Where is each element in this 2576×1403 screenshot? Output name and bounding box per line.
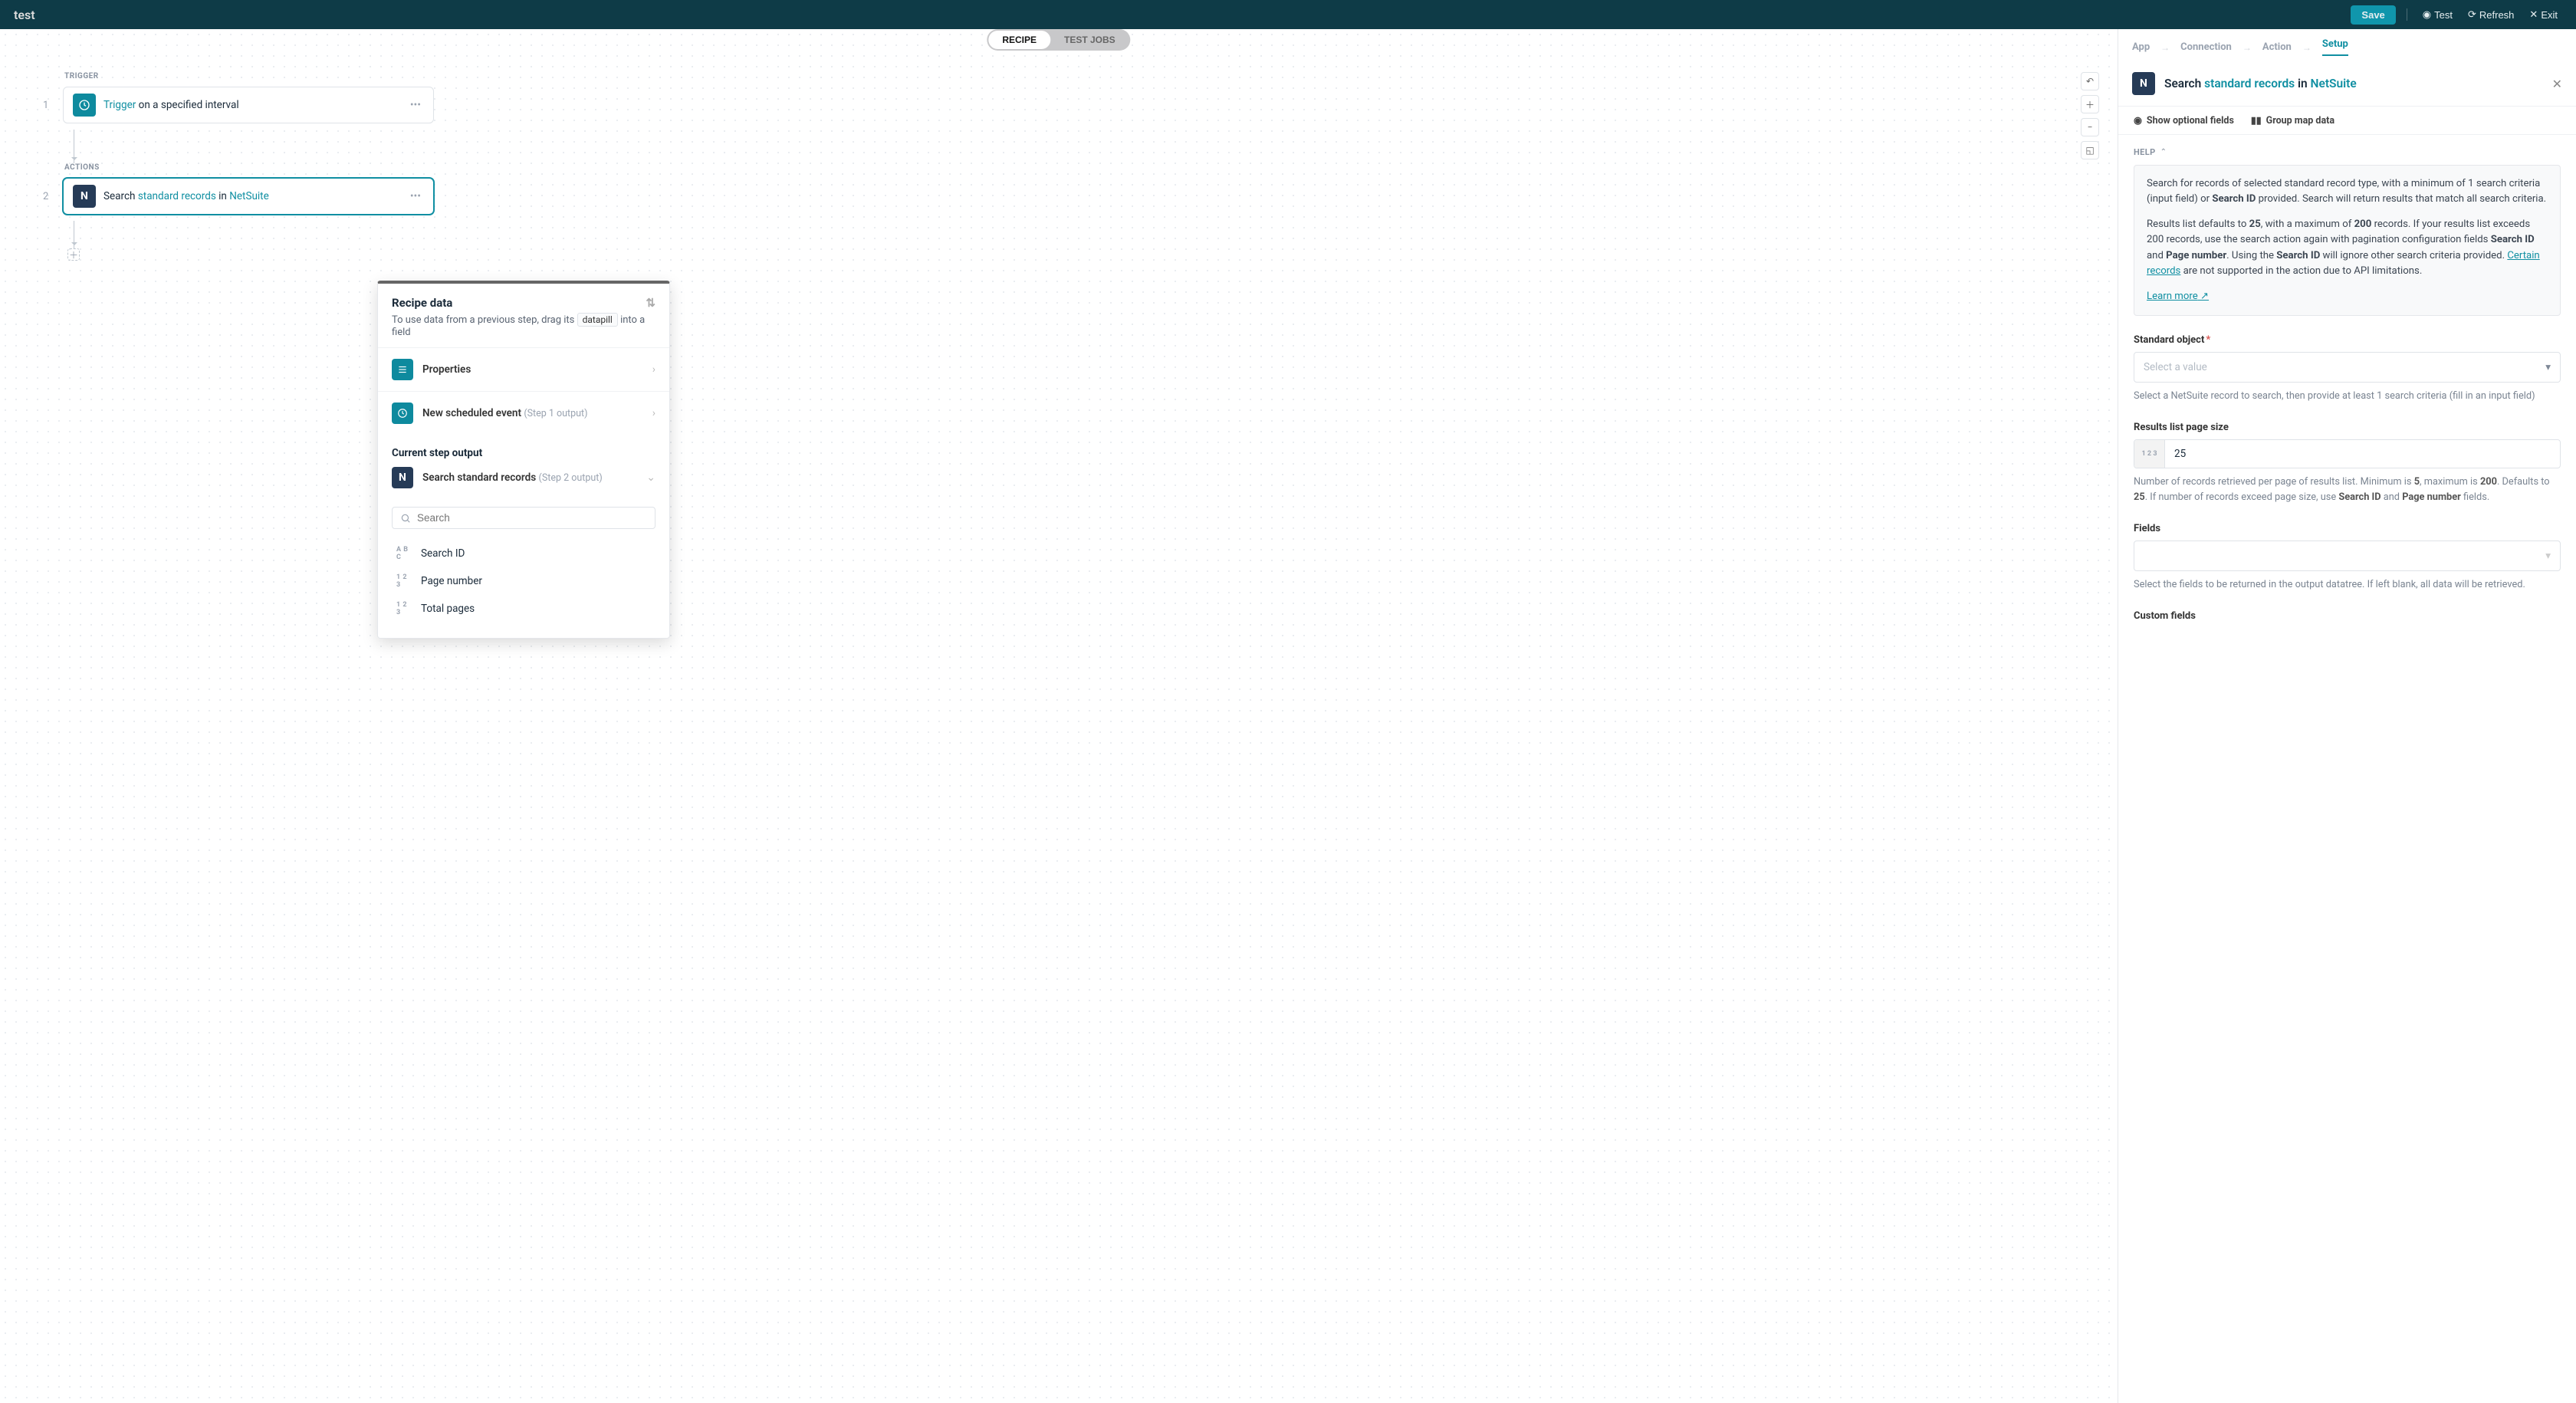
step-number: 1 — [43, 100, 54, 111]
fields-label: Fields — [2134, 523, 2561, 534]
label: Properties — [422, 363, 643, 376]
top-bar: test Save ◉Test ⟳Refresh ✕Exit — [0, 0, 2576, 29]
arrow-icon: → — [2302, 42, 2312, 53]
group-map-data[interactable]: ▮▮ Group map data — [2251, 114, 2334, 127]
recipe-data-properties[interactable]: Properties › — [378, 347, 669, 391]
netsuite-icon: N — [73, 185, 96, 208]
datapill-search[interactable] — [392, 507, 656, 529]
tab-app[interactable]: App — [2132, 41, 2150, 53]
page-size-help: Number of records retrieved per page of … — [2134, 475, 2561, 504]
label: New scheduled event (Step 1 output) — [422, 407, 643, 419]
arrow-icon: → — [2242, 42, 2252, 53]
tab-recipe[interactable]: RECIPE — [988, 31, 1050, 49]
chevron-right-icon: › — [652, 363, 656, 376]
mode-toggle: RECIPE TEST JOBS — [987, 29, 1130, 51]
show-optional-fields[interactable]: ◉ Show optional fields — [2134, 114, 2234, 127]
datapill-search-id[interactable]: A B C Search ID — [392, 540, 656, 567]
exit-button[interactable]: ✕Exit — [2525, 5, 2562, 24]
label: Search standard records (Step 2 output) — [422, 472, 637, 484]
tab-connection[interactable]: Connection — [2180, 41, 2232, 53]
eye-icon: ◉ — [2134, 114, 2142, 127]
fields-select[interactable]: ▾ — [2134, 540, 2561, 571]
fit-button[interactable]: ◱ — [2081, 141, 2099, 159]
number-type-icon: 1 2 3 — [2134, 440, 2165, 468]
step-text: Trigger on a specified interval — [104, 99, 399, 111]
netsuite-icon: N — [2132, 72, 2155, 95]
flow-diagram: TRIGGER 1 Trigger on a specified interva… — [43, 72, 434, 261]
save-button[interactable]: Save — [2351, 5, 2395, 25]
configuration-panel: App → Connection → Action → Setup N Sear… — [2118, 29, 2576, 1403]
canvas-controls: ↶ ＋ − ◱ — [2081, 72, 2099, 159]
canvas[interactable]: RECIPE TEST JOBS TRIGGER 1 Trigger on a … — [0, 29, 2118, 1403]
zoom-out-button[interactable]: − — [2081, 118, 2099, 136]
properties-icon — [392, 359, 413, 380]
play-icon: ◉ — [2423, 8, 2431, 21]
type-badge: 1 2 3 — [396, 601, 413, 616]
actions-label: ACTIONS — [64, 163, 434, 172]
undo-button[interactable]: ↶ — [2081, 72, 2099, 90]
fields-help: Select the fields to be returned in the … — [2134, 577, 2561, 592]
trigger-label: TRIGGER — [64, 72, 434, 80]
label: Page number — [421, 575, 482, 587]
group-icon: ▮▮ — [2251, 114, 2262, 127]
more-icon[interactable]: ••• — [407, 96, 424, 114]
arrow-icon: → — [2160, 42, 2170, 53]
more-icon[interactable]: ••• — [407, 187, 424, 205]
chevron-up-icon[interactable]: ⌃ — [2160, 148, 2167, 156]
add-step-button[interactable]: ＋ — [67, 248, 80, 261]
recipe-data-subtitle: To use data from a previous step, drag i… — [392, 313, 656, 338]
refresh-button[interactable]: ⟳Refresh — [2463, 5, 2518, 24]
recipe-data-step1-output[interactable]: New scheduled event (Step 1 output) › — [378, 391, 669, 435]
type-badge: A B C — [396, 546, 413, 561]
close-icon: ✕ — [2529, 8, 2538, 21]
recipe-data-title: Recipe data — [392, 296, 452, 310]
chevron-down-icon: ▾ — [2545, 550, 2551, 562]
clock-icon — [392, 402, 413, 424]
current-step-label: Current step output — [378, 435, 669, 462]
learn-more-link[interactable]: Learn more ↗ — [2147, 291, 2209, 302]
panel-title: Search standard records in NetSuite — [2164, 77, 2543, 90]
step-number: 2 — [43, 191, 54, 202]
recipe-data-step2-output[interactable]: N Search standard records (Step 2 output… — [378, 462, 669, 499]
standard-object-help: Select a NetSuite record to search, then… — [2134, 389, 2561, 403]
type-badge: 1 2 3 — [396, 573, 413, 589]
datapill-total-pages[interactable]: 1 2 3 Total pages — [392, 595, 656, 623]
chevron-down-icon: ▾ — [2545, 361, 2551, 373]
search-icon — [400, 513, 411, 524]
chevron-down-icon: ⌄ — [646, 472, 656, 484]
recipe-title: test — [14, 8, 35, 22]
help-label: HELP — [2134, 147, 2156, 157]
label: Search ID — [421, 547, 465, 560]
datapill-page-number[interactable]: 1 2 3 Page number — [392, 567, 656, 595]
netsuite-icon: N — [392, 467, 413, 488]
tab-setup[interactable]: Setup — [2322, 38, 2348, 56]
external-link-icon: ↗ — [2200, 291, 2209, 302]
zoom-in-button[interactable]: ＋ — [2081, 95, 2099, 113]
page-size-input[interactable]: 25 — [2165, 440, 2560, 468]
custom-fields-label: Custom fields — [2134, 610, 2561, 622]
expand-icon[interactable]: ⇅ — [646, 296, 656, 310]
close-panel-button[interactable]: ✕ — [2552, 77, 2562, 91]
page-size-label: Results list page size — [2134, 422, 2561, 433]
tab-action[interactable]: Action — [2262, 41, 2292, 53]
recipe-data-panel: Recipe data ⇅ To use data from a previou… — [377, 281, 670, 639]
standard-object-select[interactable]: Select a value ▾ — [2134, 352, 2561, 383]
top-bar-actions: Save ◉Test ⟳Refresh ✕Exit — [2351, 5, 2562, 25]
step-search-records[interactable]: N Search standard records in NetSuite ••… — [63, 178, 434, 215]
refresh-icon: ⟳ — [2468, 8, 2476, 21]
label: Total pages — [421, 603, 475, 615]
tab-test-jobs[interactable]: TEST JOBS — [1050, 31, 1129, 49]
clock-icon — [73, 94, 96, 117]
connector — [74, 130, 434, 163]
test-button[interactable]: ◉Test — [2418, 5, 2457, 24]
breadcrumb: App → Connection → Action → Setup — [2118, 29, 2576, 61]
connector — [74, 221, 434, 248]
step-trigger[interactable]: Trigger on a specified interval ••• — [63, 87, 434, 123]
chevron-right-icon: › — [652, 407, 656, 419]
standard-object-label: Standard object* — [2134, 334, 2561, 346]
step-text: Search standard records in NetSuite — [104, 190, 399, 202]
datapill-search-input[interactable] — [417, 512, 647, 524]
help-box: Search for records of selected standard … — [2134, 165, 2561, 316]
